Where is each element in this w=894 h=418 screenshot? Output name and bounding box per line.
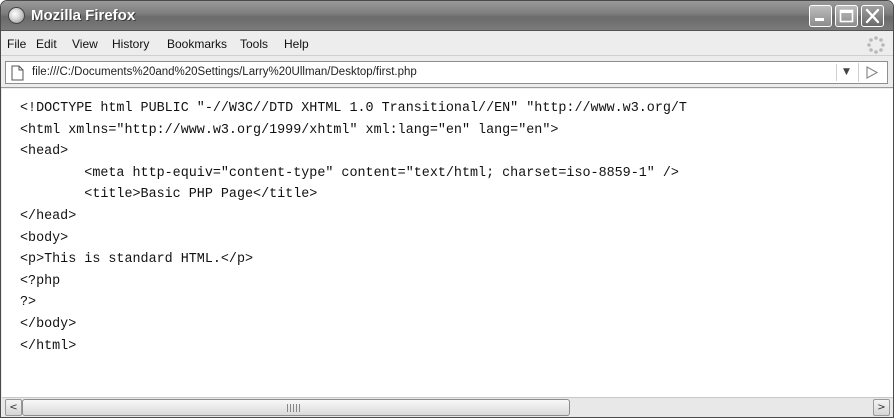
navigation-bar: file:///C:/Documents%20and%20Settings/La…: [1, 57, 893, 88]
menu-file[interactable]: File: [7, 37, 26, 51]
page-source-text: <!DOCTYPE html PUBLIC "-//W3C//DTD XHTML…: [20, 98, 687, 357]
source-line: </html>: [20, 338, 77, 354]
source-line: <body>: [20, 230, 69, 246]
close-button[interactable]: [861, 5, 884, 27]
go-arrow-icon: [866, 65, 879, 80]
menu-bookmarks[interactable]: Bookmarks: [167, 37, 227, 51]
menu-history[interactable]: History: [112, 37, 149, 51]
source-line: <meta http-equiv="content-type" content=…: [20, 165, 679, 181]
minimize-button[interactable]: [809, 5, 832, 27]
firefox-icon: [8, 7, 25, 24]
maximize-icon: [839, 9, 854, 23]
source-line: ?>: [20, 295, 37, 311]
scrollbar-thumb[interactable]: [22, 399, 570, 416]
scrollbar-grip: [287, 404, 301, 412]
throbber-icon: [867, 36, 885, 54]
source-line: <?php: [20, 273, 61, 289]
scroll-right-button[interactable]: >: [873, 399, 890, 416]
source-line: <p>This is standard HTML.</p>: [20, 252, 254, 268]
scroll-left-button[interactable]: <: [5, 399, 22, 416]
title-bar[interactable]: Mozilla Firefox: [1, 1, 893, 31]
horizontal-scrollbar[interactable]: < >: [2, 397, 893, 417]
source-line: </body>: [20, 316, 77, 332]
minimize-icon: [815, 18, 824, 21]
source-line: <title>Basic PHP Page</title>: [20, 187, 318, 203]
menu-bar: File Edit View History Bookmarks Tools H…: [1, 32, 893, 56]
address-bar[interactable]: file:///C:/Documents%20and%20Settings/La…: [5, 61, 888, 84]
source-line: </head>: [20, 208, 77, 224]
dropdown-icon: ▼: [843, 67, 850, 77]
go-button[interactable]: [858, 63, 884, 82]
url-text[interactable]: file:///C:/Documents%20and%20Settings/La…: [32, 66, 417, 78]
maximize-button[interactable]: [835, 5, 858, 27]
url-dropdown-button[interactable]: ▼: [836, 64, 856, 81]
menu-help[interactable]: Help: [284, 37, 309, 51]
source-line: <head>: [20, 144, 69, 160]
window-title: Mozilla Firefox: [31, 7, 136, 24]
source-line: <html xmlns="http://www.w3.org/1999/xhtm…: [20, 122, 559, 138]
menu-tools[interactable]: Tools: [240, 37, 268, 51]
page-icon: [11, 65, 24, 81]
menu-view[interactable]: View: [72, 37, 98, 51]
source-line: <!DOCTYPE html PUBLIC "-//W3C//DTD XHTML…: [20, 101, 687, 116]
close-icon: [865, 8, 880, 24]
page-content: <!DOCTYPE html PUBLIC "-//W3C//DTD XHTML…: [2, 89, 893, 397]
menu-edit[interactable]: Edit: [36, 37, 57, 51]
browser-window: Mozilla Firefox File Edit View History B…: [0, 0, 894, 418]
